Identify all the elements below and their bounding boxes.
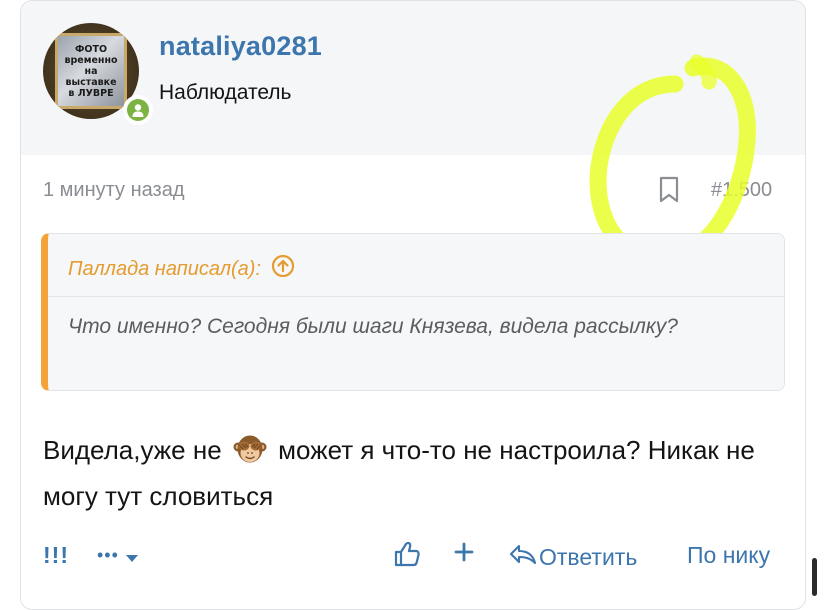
scrollbar-thumb[interactable] [812, 558, 817, 596]
reply-arrow-icon [509, 542, 537, 572]
by-nick-label: По нику [687, 542, 771, 568]
caret-down-icon [125, 542, 139, 569]
avatar-picture-frame: ФОТО временно на выставке в ЛУВРЕ [55, 33, 127, 109]
more-dots: ••• [97, 545, 119, 565]
quote-block: Паллада написал(а): Что именно? Сегодня … [41, 233, 785, 391]
online-status-badge [123, 95, 153, 125]
message-body: Видела,уже не может я что-то не настроил… [43, 427, 803, 519]
quote-text: Что именно? Сегодня были шаги Князева, в… [68, 315, 678, 338]
quote-divider [48, 296, 784, 297]
user-role: Наблюдатель [159, 81, 292, 104]
post-actions-bar: !!! ••• Ответить По нику [43, 540, 787, 576]
username-link[interactable]: nataliya0281 [159, 31, 322, 62]
avatar-text: ФОТО временно на выставке в ЛУВРЕ [64, 43, 118, 99]
plus-icon [453, 541, 475, 569]
thumbs-up-icon [393, 540, 421, 574]
arrow-up-circle-icon[interactable] [271, 254, 295, 284]
reply-button[interactable]: Ответить [509, 542, 637, 572]
post-card: ФОТО временно на выставке в ЛУВРЕ natali… [20, 0, 806, 610]
reply-label: Ответить [539, 543, 638, 570]
report-button[interactable]: !!! [43, 542, 69, 569]
quote-header[interactable]: Паллада написал(а): [68, 254, 295, 284]
multiquote-plus-button[interactable] [453, 541, 475, 569]
quote-author-label[interactable]: Паллада написал(а): [68, 258, 261, 281]
see-no-evil-monkey-icon [233, 433, 267, 465]
post-timestamp[interactable]: 1 минуту назад [43, 179, 185, 202]
more-actions-button[interactable]: ••• [97, 542, 139, 569]
mention-by-nick-button[interactable]: По нику [687, 542, 770, 569]
like-button[interactable] [393, 540, 421, 574]
message-text-part-1: Видела,уже не [43, 435, 222, 465]
user-online-icon [127, 99, 149, 121]
report-label: !!! [43, 542, 69, 568]
